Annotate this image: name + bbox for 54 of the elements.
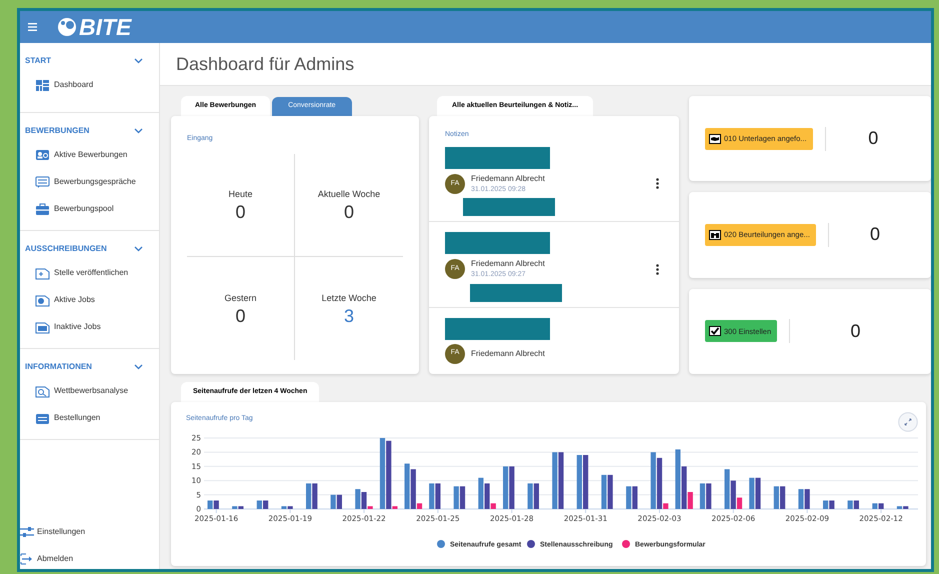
stat-label: Aktuelle Woche [318,188,380,201]
sidebar-item[interactable]: Bewerbungsgespräche [35,175,159,189]
sidebar-item[interactable]: Dashboard [35,78,159,92]
binoculars-icon [709,230,721,240]
sidebar-item[interactable]: Aktive Bewerbungen [35,148,159,162]
grid-icon [35,78,50,92]
section-heading: INFORMATIONEN [25,361,92,373]
sidebar-item[interactable]: Wettbewerbsanalyse [35,384,159,398]
stat-label: Gestern [224,292,256,305]
sidebar-item[interactable]: Inaktive Jobs [35,320,159,334]
magnifier-document-icon [35,384,50,398]
logo-text: BITE [79,16,132,38]
author-name: Friedemann Albrecht [471,258,546,270]
menu-icon[interactable] [28,23,37,31]
document-plus-icon [35,266,50,280]
author-name: Friedemann Albrecht [471,172,546,184]
sliders-icon [20,526,34,538]
document-table-icon [35,320,50,334]
logout-arrow-icon [20,553,34,565]
stat-label: Heute [228,188,253,201]
briefcase-icon [35,412,50,424]
list-icon [35,176,50,188]
sidebar-item[interactable]: Abmelden [20,552,159,566]
sidebar-item[interactable]: Bestellungen [35,411,159,425]
stat-label: Letzte Woche [322,292,376,305]
chevron-icon[interactable] [134,246,143,252]
page-title: Dashboard für Admins [176,52,354,76]
sidebar-item[interactable]: Bewerbungspool [35,202,159,216]
section-heading: START [25,55,52,67]
chevron-icon[interactable] [134,58,143,64]
stat-value: 0 [235,307,246,326]
stat-value-link[interactable]: 3 [344,307,354,326]
status-count: 0 [868,223,881,246]
hand-card-icon [709,134,721,144]
status-count: 0 [867,127,880,150]
section-heading: BEWERBUNGEN [25,125,90,137]
section-heading: AUSSCHREIBUNGEN [25,243,107,255]
document-check-icon [35,294,50,306]
checkbox-icon [709,326,721,336]
sidebar-item[interactable]: Einstellungen [20,525,159,539]
logo-icon [57,17,77,37]
sidebar-item[interactable]: Stelle veröffentlichen [35,266,159,280]
stat-value: 0 [235,203,246,222]
id-card-icon [35,148,50,162]
sidebar-item[interactable]: Aktive Jobs [35,293,159,307]
more-icon[interactable] [656,178,659,190]
chevron-icon[interactable] [134,128,143,134]
expand-icon[interactable] [898,412,918,432]
author-name: Friedemann Albrecht [471,348,546,360]
chevron-icon[interactable] [134,364,143,370]
stat-value: 0 [344,203,354,222]
status-count: 0 [850,320,862,343]
more-icon[interactable] [656,264,659,275]
toolbox-icon [35,202,50,216]
